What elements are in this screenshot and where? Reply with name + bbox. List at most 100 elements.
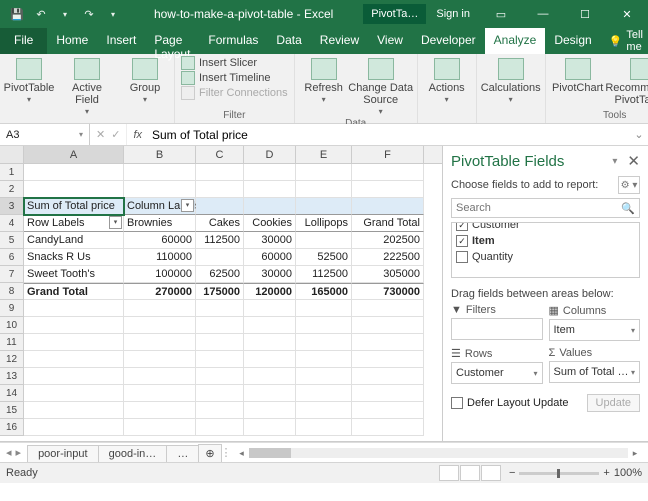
worksheet-grid[interactable]: A B C D E F 123Sum of Total priceColumn … [0, 146, 442, 441]
cell[interactable] [352, 385, 424, 402]
tab-developer[interactable]: Developer [412, 28, 485, 54]
fields-search[interactable]: 🔍 [451, 198, 640, 218]
cell[interactable] [124, 402, 196, 419]
cell[interactable] [296, 300, 352, 317]
cell[interactable] [296, 334, 352, 351]
redo-icon[interactable]: ↷ [78, 3, 100, 25]
cell[interactable]: 60000 [244, 249, 296, 266]
cell[interactable] [352, 368, 424, 385]
field-row[interactable]: Quantity [456, 249, 635, 265]
cell[interactable]: Grand Total [352, 215, 424, 232]
area-rows-box[interactable]: Customer▾ [451, 362, 543, 384]
contextual-tab-label[interactable]: PivotTa… [363, 4, 426, 24]
cell[interactable]: Cookies [244, 215, 296, 232]
cell[interactable] [196, 317, 244, 334]
filter-dropdown-icon[interactable]: ▾ [181, 199, 194, 212]
formula-input[interactable] [148, 124, 630, 145]
tab-page-layout[interactable]: Page Layout [145, 28, 199, 54]
row-hdr[interactable]: 4 [0, 215, 24, 232]
insert-slicer-button[interactable]: Insert Slicer [181, 56, 288, 70]
col-hdr-a[interactable]: A [24, 146, 124, 163]
cell[interactable]: 175000 [196, 283, 244, 300]
row-hdr[interactable]: 8 [0, 283, 24, 300]
cell[interactable] [352, 402, 424, 419]
taskpane-layout-button[interactable]: ⚙ ▾ [618, 176, 640, 194]
row-hdr[interactable]: 2 [0, 181, 24, 198]
insert-timeline-button[interactable]: Insert Timeline [181, 71, 288, 85]
cell[interactable] [124, 368, 196, 385]
qat-dd-icon[interactable]: ▾ [54, 3, 76, 25]
col-hdr-e[interactable]: E [296, 146, 352, 163]
cell[interactable] [124, 334, 196, 351]
cell[interactable] [296, 198, 352, 215]
area-values-box[interactable]: Sum of Total …▾ [549, 361, 641, 383]
field-row[interactable]: ✓Customer [456, 222, 635, 233]
row-hdr[interactable]: 12 [0, 351, 24, 368]
row-hdr[interactable]: 10 [0, 317, 24, 334]
row-hdr[interactable]: 16 [0, 419, 24, 436]
minimize-icon[interactable]: — [522, 0, 564, 28]
cell[interactable]: 100000 [124, 266, 196, 283]
cell[interactable]: 30000 [244, 232, 296, 249]
cell[interactable]: 202500 [352, 232, 424, 249]
cell[interactable] [244, 385, 296, 402]
cell[interactable] [196, 402, 244, 419]
select-all-corner[interactable] [0, 146, 24, 163]
tab-formulas[interactable]: Formulas [199, 28, 267, 54]
cell[interactable] [352, 419, 424, 436]
area-filters-box[interactable] [451, 318, 543, 340]
namebox-dropdown-icon[interactable]: ▾ [79, 130, 83, 139]
cell[interactable] [24, 385, 124, 402]
tab-nav-next-icon[interactable]: ▸ [16, 446, 22, 459]
cell[interactable]: 120000 [244, 283, 296, 300]
fx-icon[interactable]: fx [127, 124, 148, 145]
cell[interactable]: Grand Total [24, 283, 124, 300]
cell[interactable] [196, 334, 244, 351]
cell[interactable]: Snacks R Us [24, 249, 124, 266]
taskpane-dropdown-icon[interactable]: ▾ [612, 156, 617, 167]
cell[interactable] [352, 351, 424, 368]
zoom-out-button[interactable]: − [509, 467, 515, 479]
cell[interactable]: Brownies [124, 215, 196, 232]
cell[interactable] [352, 181, 424, 198]
cell[interactable] [24, 351, 124, 368]
cell[interactable]: Column Labels▾ [124, 198, 196, 215]
tab-file[interactable]: File [0, 28, 47, 54]
ribbon-options-icon[interactable]: ▭ [480, 0, 522, 28]
cell[interactable] [244, 334, 296, 351]
cell[interactable] [196, 385, 244, 402]
pivotchart-button[interactable]: PivotChart [552, 56, 604, 94]
fields-search-input[interactable] [456, 202, 621, 214]
scroll-right-icon[interactable]: ▸ [628, 446, 642, 460]
cell[interactable] [124, 164, 196, 181]
cell[interactable] [124, 300, 196, 317]
recommended-pivots-button[interactable]: Recommended PivotTables [608, 56, 648, 106]
taskpane-close-icon[interactable]: ✕ [627, 152, 640, 170]
cell[interactable]: Lollipops [296, 215, 352, 232]
zoom-level[interactable]: 100% [614, 467, 642, 479]
cell[interactable] [196, 164, 244, 181]
calculations-button[interactable]: Calculations [483, 56, 539, 105]
cell[interactable]: 60000 [124, 232, 196, 249]
active-field-button[interactable]: Active Field [64, 56, 110, 117]
tab-insert[interactable]: Insert [97, 28, 145, 54]
cell[interactable] [196, 368, 244, 385]
cell[interactable] [296, 385, 352, 402]
cell[interactable] [296, 368, 352, 385]
cell[interactable] [244, 419, 296, 436]
cell[interactable]: 52500 [296, 249, 352, 266]
cell[interactable]: 110000 [124, 249, 196, 266]
close-icon[interactable]: ✕ [606, 0, 648, 28]
horizontal-scrollbar[interactable]: ◂ ▸ [235, 446, 642, 460]
cell[interactable]: Row Labels▾ [24, 215, 124, 232]
defer-checkbox[interactable]: Defer Layout Update [451, 397, 569, 409]
cell[interactable] [244, 164, 296, 181]
cell[interactable] [352, 317, 424, 334]
maximize-icon[interactable]: ☐ [564, 0, 606, 28]
group-button[interactable]: Group [122, 56, 168, 105]
cell[interactable] [244, 317, 296, 334]
save-icon[interactable]: 💾 [6, 3, 28, 25]
cell[interactable] [196, 198, 244, 215]
zoom-slider[interactable] [519, 472, 599, 475]
area-columns-box[interactable]: Item▾ [549, 319, 641, 341]
